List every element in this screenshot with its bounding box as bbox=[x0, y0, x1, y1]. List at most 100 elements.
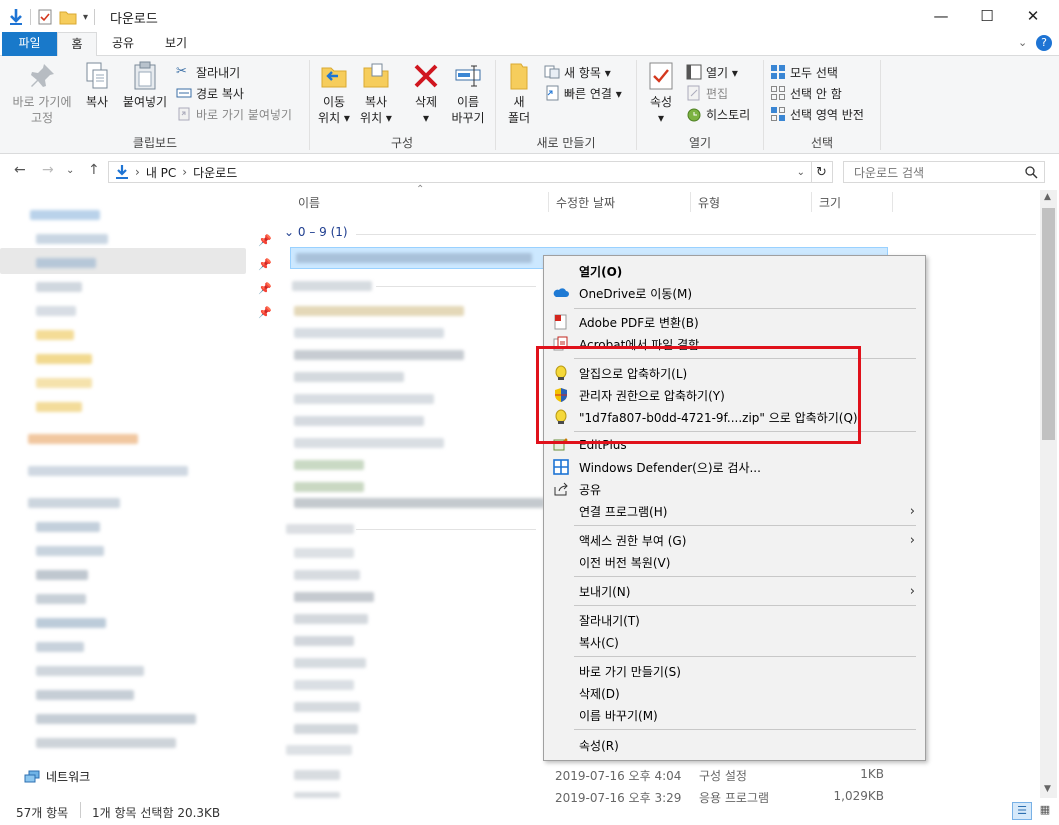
group-header-blurred[interactable] bbox=[286, 745, 352, 755]
delete-button[interactable]: 삭제 ▾ bbox=[408, 60, 444, 126]
large-icons-view-icon[interactable]: ▦ bbox=[1036, 802, 1054, 820]
history-button[interactable]: 히스토리 bbox=[686, 104, 750, 124]
nav-item[interactable] bbox=[36, 594, 86, 604]
menu-item-delete[interactable]: 삭제(D) bbox=[544, 682, 925, 704]
table-row[interactable] bbox=[294, 658, 366, 668]
column-size[interactable]: 크기 bbox=[819, 194, 841, 211]
pin-icon[interactable]: 📌 bbox=[258, 234, 272, 247]
menu-item-open-with[interactable]: 연결 프로그램(H) › bbox=[544, 500, 925, 522]
nav-item[interactable] bbox=[36, 522, 100, 532]
open-button[interactable]: 열기 ▾ bbox=[686, 62, 738, 82]
copy-to-button[interactable]: 복사 위치 ▾ bbox=[356, 60, 396, 126]
menu-item-give-access[interactable]: 액세스 권한 부여 (G) › bbox=[544, 529, 925, 551]
copy-path-button[interactable]: 경로 복사 bbox=[176, 83, 244, 103]
paste-button[interactable]: 붙여넣기 bbox=[120, 60, 170, 110]
properties-button[interactable]: 속성 ▾ bbox=[644, 60, 678, 126]
close-button[interactable]: ✕ bbox=[1010, 0, 1056, 32]
scrollbar-thumb[interactable] bbox=[1042, 208, 1055, 440]
table-row[interactable] bbox=[294, 770, 340, 780]
nav-item[interactable] bbox=[36, 642, 84, 652]
table-row[interactable] bbox=[294, 680, 354, 690]
select-all-button[interactable]: 모두 선택 bbox=[770, 62, 838, 82]
table-row[interactable] bbox=[294, 328, 444, 338]
nav-item[interactable] bbox=[36, 546, 104, 556]
menu-item-rename[interactable]: 이름 바꾸기(M) bbox=[544, 704, 925, 726]
address-dropdown-icon[interactable]: ⌄ bbox=[797, 167, 805, 178]
column-divider[interactable] bbox=[811, 192, 812, 212]
nav-item[interactable] bbox=[36, 234, 108, 244]
rename-button[interactable]: 이름 바꾸기 bbox=[446, 60, 490, 126]
nav-item[interactable] bbox=[30, 210, 100, 220]
breadcrumb-this-pc[interactable]: 내 PC bbox=[146, 164, 176, 181]
menu-item-send-to[interactable]: 보내기(N) › bbox=[544, 580, 925, 602]
paste-shortcut-button[interactable]: 바로 가기 붙여넣기 bbox=[176, 104, 292, 124]
table-row[interactable] bbox=[294, 548, 354, 558]
column-date[interactable]: 수정한 날짜 bbox=[556, 194, 615, 211]
cut-button[interactable]: ✂ 잘라내기 bbox=[176, 62, 240, 82]
menu-item-restore-versions[interactable]: 이전 버전 복원(V) bbox=[544, 551, 925, 573]
search-input[interactable]: 다운로드 검색 bbox=[843, 161, 1045, 183]
menu-item-cut[interactable]: 잘라내기(T) bbox=[544, 609, 925, 631]
properties-check-icon[interactable] bbox=[37, 9, 53, 25]
table-row[interactable] bbox=[294, 416, 424, 426]
menu-item-share[interactable]: 공유 bbox=[544, 478, 925, 500]
group-header[interactable]: ⌄ 0 – 9 (1) bbox=[284, 225, 348, 239]
table-row[interactable] bbox=[294, 592, 374, 602]
table-row[interactable] bbox=[294, 350, 464, 360]
customize-quick-access-icon[interactable]: ▾ bbox=[83, 12, 88, 23]
breadcrumb-downloads[interactable]: 다운로드 bbox=[193, 164, 237, 181]
invert-selection-button[interactable]: 선택 영역 반전 bbox=[770, 104, 864, 124]
tab-file[interactable]: 파일 bbox=[2, 32, 57, 56]
nav-item[interactable] bbox=[36, 666, 144, 676]
back-arrow-icon[interactable]: ← bbox=[14, 162, 26, 178]
minimize-button[interactable]: — bbox=[918, 0, 964, 32]
nav-item[interactable] bbox=[28, 434, 138, 444]
group-header-blurred[interactable] bbox=[292, 281, 372, 291]
copy-button[interactable]: 복사 bbox=[80, 60, 114, 110]
scroll-down-icon[interactable]: ▼ bbox=[1044, 784, 1051, 794]
help-icon[interactable]: ? bbox=[1036, 35, 1052, 51]
table-row[interactable] bbox=[294, 570, 360, 580]
menu-item-defender-scan[interactable]: Windows Defender(으)로 검사... bbox=[544, 456, 925, 478]
table-row[interactable] bbox=[294, 636, 354, 646]
nav-item[interactable] bbox=[36, 690, 134, 700]
menu-item-onedrive[interactable]: OneDrive로 이동(M) bbox=[544, 282, 925, 304]
table-row[interactable] bbox=[294, 372, 404, 382]
new-folder-icon[interactable] bbox=[59, 9, 77, 25]
column-divider[interactable] bbox=[690, 192, 691, 212]
nav-item[interactable] bbox=[36, 738, 176, 748]
new-folder-button[interactable]: 새 폴더 bbox=[502, 60, 536, 126]
nav-item[interactable] bbox=[36, 282, 82, 292]
table-row[interactable] bbox=[294, 498, 544, 508]
select-none-button[interactable]: 선택 안 함 bbox=[770, 83, 842, 103]
details-view-icon[interactable]: ☰ bbox=[1012, 802, 1032, 820]
maximize-button[interactable]: ☐ bbox=[964, 0, 1010, 32]
table-row[interactable] bbox=[294, 394, 434, 404]
nav-item[interactable] bbox=[36, 570, 88, 580]
vertical-scrollbar[interactable]: ▲ ▼ bbox=[1040, 190, 1057, 798]
pin-icon[interactable]: 📌 bbox=[258, 282, 272, 295]
nav-item[interactable] bbox=[36, 402, 82, 412]
column-divider[interactable] bbox=[548, 192, 549, 212]
column-type[interactable]: 유형 bbox=[698, 194, 720, 211]
nav-item[interactable] bbox=[36, 714, 196, 724]
up-arrow-icon[interactable]: ↑ bbox=[88, 162, 100, 178]
group-header-blurred[interactable] bbox=[286, 524, 354, 534]
pin-icon[interactable]: 📌 bbox=[258, 306, 272, 319]
nav-item[interactable] bbox=[28, 498, 120, 508]
nav-item[interactable] bbox=[36, 618, 106, 628]
easy-access-button[interactable]: 빠른 연결 ▾ bbox=[544, 83, 622, 103]
nav-item[interactable] bbox=[36, 354, 92, 364]
table-row[interactable] bbox=[294, 482, 364, 492]
nav-item[interactable] bbox=[36, 258, 96, 268]
move-to-button[interactable]: 이동 위치 ▾ bbox=[316, 60, 352, 126]
tab-home[interactable]: 홈 bbox=[57, 32, 97, 57]
nav-item[interactable] bbox=[36, 306, 76, 316]
recent-locations-chevron-icon[interactable]: ⌄ bbox=[66, 165, 74, 176]
forward-arrow-icon[interactable]: → bbox=[42, 162, 54, 178]
nav-item[interactable] bbox=[36, 330, 74, 340]
table-row[interactable] bbox=[294, 614, 368, 624]
menu-item-open[interactable]: 열기(O) bbox=[544, 260, 925, 282]
table-row[interactable] bbox=[294, 460, 364, 470]
table-row[interactable] bbox=[294, 306, 464, 316]
